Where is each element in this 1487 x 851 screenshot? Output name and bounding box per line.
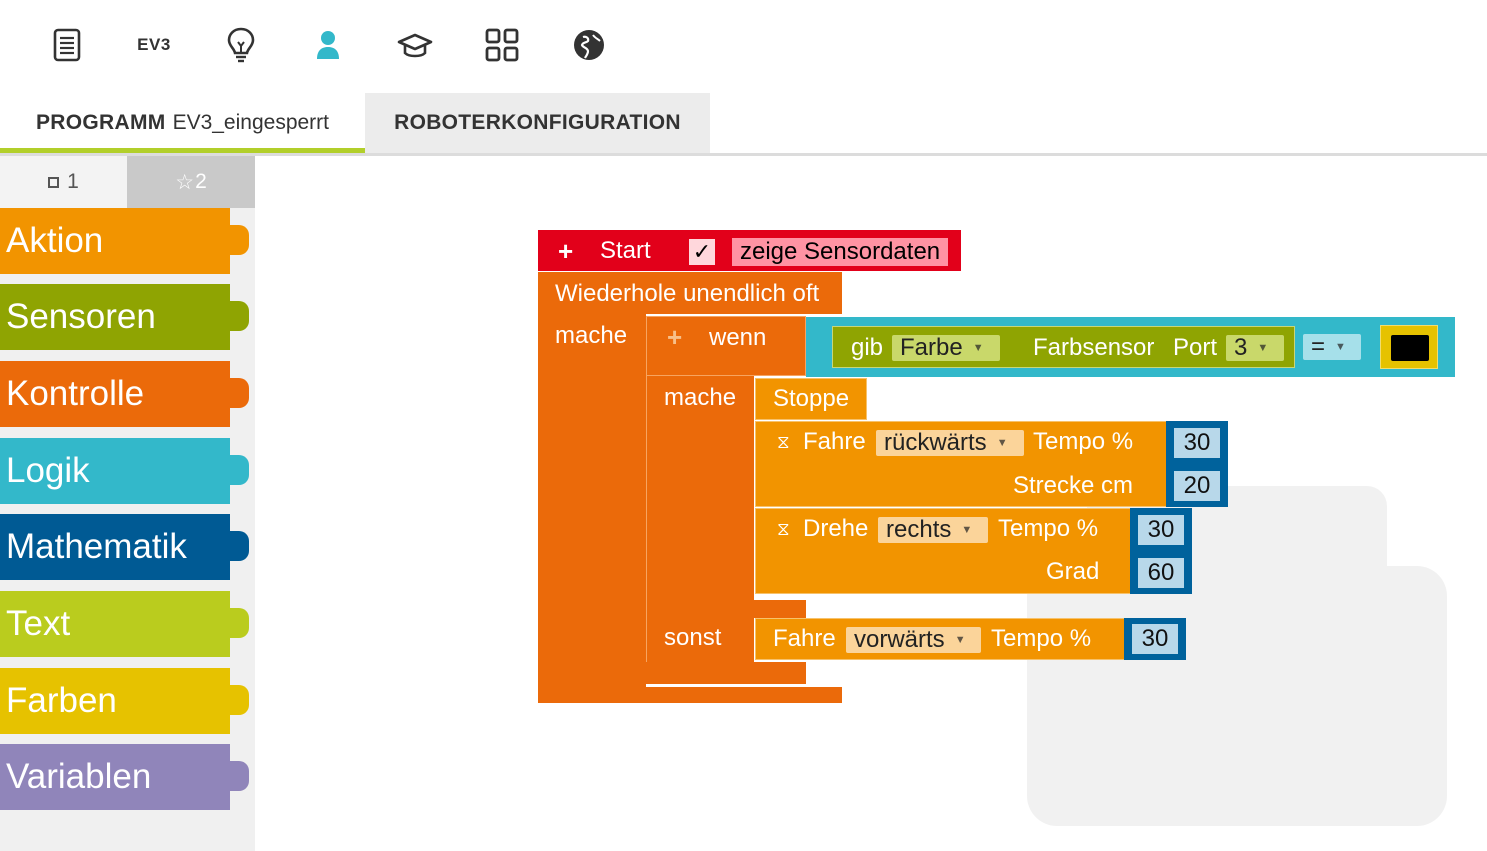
blockly-toolbox: 1 ☆ 2 Aktion Sensoren Kontrolle Logik Ma… [0, 156, 255, 851]
forward-direction-value: vorwärts [854, 626, 945, 653]
graduation-cap-icon[interactable] [392, 22, 438, 68]
distance-label: Strecke cm [1013, 472, 1134, 499]
chevron-down-icon: ▼ [1257, 342, 1269, 354]
turn-direction-value: rechts [886, 516, 952, 543]
category-aktion[interactable]: Aktion [0, 208, 249, 274]
level-1-button[interactable]: 1 [0, 156, 127, 208]
top-toolbar: EV3 [0, 0, 1487, 92]
get-label: gib [851, 334, 884, 361]
globe-icon[interactable] [566, 22, 612, 68]
turn-speed-label: Tempo % [998, 515, 1099, 542]
user-icon[interactable] [305, 22, 351, 68]
category-farben[interactable]: Farben [0, 668, 249, 734]
if-else-bottom [646, 662, 806, 684]
sensor-mode-value: Farbe [900, 334, 963, 361]
else-label: sonst [664, 624, 722, 651]
add-icon[interactable]: + [667, 324, 682, 350]
stop-label: Stoppe [773, 385, 850, 412]
ev3-label: EV3 [137, 35, 171, 54]
category-text[interactable]: Text [0, 591, 249, 657]
lightbulb-icon[interactable] [218, 22, 264, 68]
if-do-label: mache [664, 384, 737, 411]
forward-direction-dropdown[interactable]: vorwärts ▼ [846, 626, 981, 653]
tab-bar: PROGRAMM EV3_eingesperrt ROBOTERKONFIGUR… [0, 93, 1487, 153]
port-dropdown[interactable]: 3 ▼ [1226, 334, 1284, 361]
category-label: Farben [6, 681, 117, 720]
forward-speed-label: Tempo % [991, 625, 1092, 652]
tab-robot-config[interactable]: ROBOTERKONFIGURATION [365, 93, 710, 153]
forward-speed-input[interactable]: 30 [1132, 624, 1178, 654]
operator-dropdown[interactable]: = ▼ [1303, 333, 1361, 360]
loop-do-label: mache [555, 322, 628, 349]
category-label: Aktion [6, 221, 104, 260]
hourglass-icon: ⧖ [777, 519, 790, 539]
category-label: Variablen [6, 757, 152, 796]
tab-program-name: EV3_eingesperrt [172, 110, 329, 134]
add-icon[interactable]: + [558, 238, 573, 264]
checkbox-mark: ✓ [692, 239, 712, 264]
turn-speed-input[interactable]: 30 [1138, 515, 1184, 545]
drive-label: Fahre [803, 428, 866, 455]
speed-input[interactable]: 30 [1174, 428, 1220, 458]
speed-label: Tempo % [1033, 428, 1134, 455]
gallery-icon[interactable] [479, 22, 525, 68]
sensor-mode-dropdown[interactable]: Farbe ▼ [892, 334, 1000, 361]
ev3-icon[interactable]: EV3 [131, 22, 177, 68]
category-mathematik[interactable]: Mathematik [0, 514, 249, 580]
if-else-tail [754, 600, 806, 618]
program-icon[interactable] [44, 22, 90, 68]
star-icon: ☆ [175, 170, 195, 194]
category-label: Kontrolle [6, 374, 145, 413]
direction-value: rückwärts [884, 429, 987, 456]
level-1-label: 1 [67, 170, 79, 193]
port-value: 3 [1234, 334, 1248, 361]
category-label: Logik [6, 451, 90, 490]
sensor-checkbox[interactable]: ✓ [689, 239, 715, 265]
operator-value: = [1311, 333, 1326, 360]
category-kontrolle[interactable]: Kontrolle [0, 361, 249, 427]
sensor-data-label: zeige Sensordaten [732, 238, 949, 266]
distance-input[interactable]: 20 [1174, 471, 1220, 501]
chevron-down-icon: ▼ [972, 342, 984, 354]
degrees-input[interactable]: 60 [1138, 558, 1184, 588]
category-logik[interactable]: Logik [0, 438, 249, 504]
chevron-down-icon: ▼ [1335, 341, 1346, 353]
repeat-forever-body [538, 314, 646, 687]
direction-dropdown[interactable]: rückwärts ▼ [876, 429, 1024, 456]
port-label: Port [1173, 334, 1218, 361]
tab-program[interactable]: PROGRAMM EV3_eingesperrt [0, 93, 365, 153]
category-label: Text [6, 604, 71, 643]
chevron-down-icon: ▼ [996, 437, 1008, 449]
category-label: Mathematik [6, 527, 187, 566]
category-variablen[interactable]: Variablen [0, 744, 249, 810]
turn-direction-dropdown[interactable]: rechts ▼ [878, 516, 988, 543]
square-icon [48, 176, 60, 188]
chevron-down-icon: ▼ [954, 634, 966, 646]
category-label: Sensoren [6, 297, 156, 336]
repeat-forever-bottom [538, 687, 842, 703]
category-sensoren[interactable]: Sensoren [0, 284, 249, 350]
tab-program-prefix: PROGRAMM [36, 110, 166, 134]
sensor-name-label: Farbsensor [1033, 334, 1155, 361]
chevron-down-icon: ▼ [961, 524, 973, 536]
start-label: Start [600, 237, 651, 264]
drive-forward-label: Fahre [773, 625, 836, 652]
if-label: wenn [709, 324, 767, 351]
color-swatch[interactable] [1391, 335, 1429, 361]
level-2-button[interactable]: ☆ 2 [127, 156, 255, 208]
repeat-forever-label: Wiederhole unendlich oft [555, 280, 820, 307]
hourglass-icon: ⧖ [777, 432, 790, 452]
degrees-label: Grad [1046, 558, 1100, 585]
level-2-label: 2 [195, 170, 207, 193]
turn-label: Drehe [803, 515, 869, 542]
